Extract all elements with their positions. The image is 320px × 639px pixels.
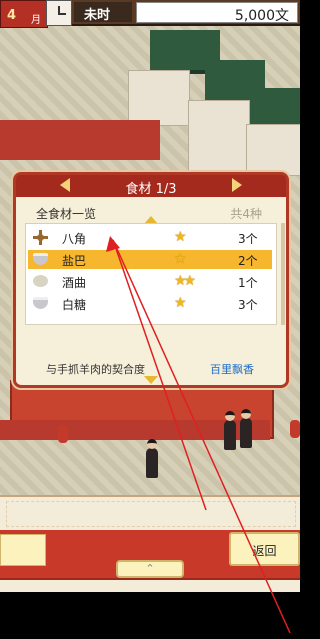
annotation-arrow-icon [106, 236, 291, 634]
game-screen: 4 月 未时 5,000文 食材 1/3 全食材一览 共4种 八角 ★ 3个 盐… [0, 0, 300, 639]
annotation-line-short [112, 239, 207, 511]
annotation-line-long [112, 239, 291, 634]
